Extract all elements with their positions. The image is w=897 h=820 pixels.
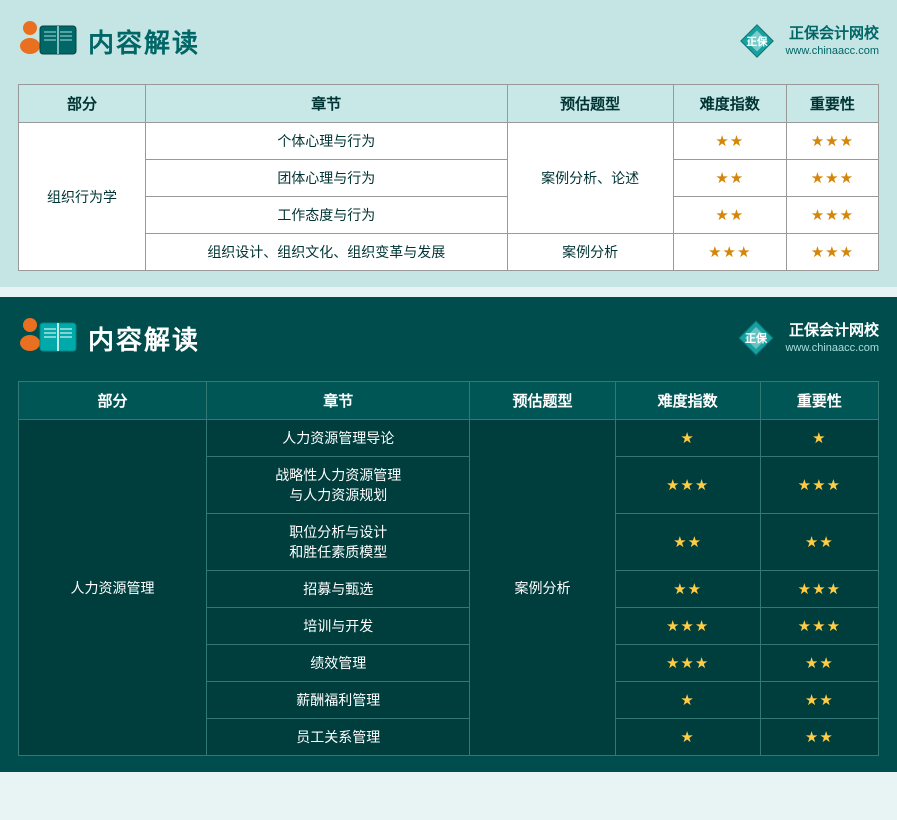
chapter-cell: 职位分析与设计和胜任素质模型 [207, 514, 470, 571]
col-header-chapter: 章节 [146, 85, 508, 123]
col-header-part: 部分 [19, 85, 146, 123]
difficulty-cell: ★★ [673, 197, 786, 234]
section-2: 内容解读 正保 正保会计网校 www.chinaacc.com 部分 章节 预估… [0, 297, 897, 772]
chapter-cell: 培训与开发 [207, 608, 470, 645]
header-icon-2 [18, 315, 78, 361]
table-row: 工作态度与行为 ★★ ★★★ [19, 197, 879, 234]
svg-text:正保: 正保 [745, 331, 768, 345]
chapter-cell: 战略性人力资源管理与人力资源规划 [207, 457, 470, 514]
difficulty-cell: ★★★ [673, 234, 786, 271]
importance-cell: ★★★ [760, 571, 878, 608]
col-header-type-2: 预估题型 [470, 382, 615, 420]
col-header-importance-2: 重要性 [760, 382, 878, 420]
header-left: 内容解读 [18, 18, 200, 64]
chapter-cell: 人力资源管理导论 [207, 420, 470, 457]
col-header-importance: 重要性 [786, 85, 878, 123]
difficulty-cell: ★ [615, 719, 760, 756]
chapter-cell: 团体心理与行为 [146, 160, 508, 197]
col-header-difficulty-2: 难度指数 [615, 382, 760, 420]
chapter-cell: 个体心理与行为 [146, 123, 508, 160]
chapter-cell: 工作态度与行为 [146, 197, 508, 234]
header-left-2: 内容解读 [18, 315, 200, 361]
part-cell-2: 人力资源管理 [19, 420, 207, 756]
type-cell-2: 案例分析 [470, 420, 615, 756]
logo-text-1: 正保会计网校 www.chinaacc.com [785, 24, 879, 58]
chapter-cell: 员工关系管理 [207, 719, 470, 756]
section1-header: 内容解读 正保 正保会计网校 www.chinaacc.com [14, 12, 883, 70]
importance-cell: ★★ [760, 719, 878, 756]
difficulty-cell: ★ [615, 420, 760, 457]
section2-table-wrapper: 部分 章节 预估题型 难度指数 重要性 人力资源管理 人力资源管理导论 案例分析… [14, 381, 883, 756]
section1-title: 内容解读 [88, 23, 200, 60]
table-row: 组织设计、组织文化、组织变革与发展 案例分析 ★★★ ★★★ [19, 234, 879, 271]
col-header-type: 预估题型 [507, 85, 673, 123]
logo-icon-2: 正保 [735, 317, 777, 359]
importance-cell: ★★ [760, 514, 878, 571]
chapter-cell: 绩效管理 [207, 645, 470, 682]
brand-url-1: www.chinaacc.com [785, 44, 879, 58]
difficulty-cell: ★★ [615, 514, 760, 571]
difficulty-cell: ★★★ [615, 645, 760, 682]
table-row: 团体心理与行为 ★★ ★★★ [19, 160, 879, 197]
logo-icon-1: 正保 [737, 21, 777, 61]
col-header-chapter-2: 章节 [207, 382, 470, 420]
difficulty-cell: ★★ [615, 571, 760, 608]
section1-table: 部分 章节 预估题型 难度指数 重要性 组织行为学 个体心理与行为 案例分析、论… [18, 84, 879, 271]
importance-cell: ★★★ [786, 123, 878, 160]
difficulty-cell: ★ [615, 682, 760, 719]
importance-cell: ★★★ [786, 197, 878, 234]
importance-cell: ★★★ [786, 160, 878, 197]
part-cell: 组织行为学 [19, 123, 146, 271]
difficulty-cell: ★★★ [615, 608, 760, 645]
brand-name-1: 正保会计网校 [785, 24, 879, 44]
type-cell: 案例分析、论述 [507, 123, 673, 234]
section1-table-wrapper: 部分 章节 预估题型 难度指数 重要性 组织行为学 个体心理与行为 案例分析、论… [14, 84, 883, 271]
brand-name-2: 正保会计网校 [785, 321, 879, 341]
section2-table: 部分 章节 预估题型 难度指数 重要性 人力资源管理 人力资源管理导论 案例分析… [18, 381, 879, 756]
importance-cell: ★★★ [760, 457, 878, 514]
difficulty-cell: ★★ [673, 160, 786, 197]
col-header-part-2: 部分 [19, 382, 207, 420]
importance-cell: ★★★ [786, 234, 878, 271]
table-row: 组织行为学 个体心理与行为 案例分析、论述 ★★ ★★★ [19, 123, 879, 160]
svg-text:正保: 正保 [747, 35, 768, 48]
difficulty-cell: ★★ [673, 123, 786, 160]
section-1: 内容解读 正保 正保会计网校 www.chinaacc.com 部分 章节 预估… [0, 0, 897, 287]
type-cell: 案例分析 [507, 234, 673, 271]
brand-url-2: www.chinaacc.com [785, 341, 879, 355]
table-row: 人力资源管理 人力资源管理导论 案例分析 ★ ★ [19, 420, 879, 457]
chapter-cell: 组织设计、组织文化、组织变革与发展 [146, 234, 508, 271]
logo-area-1: 正保 正保会计网校 www.chinaacc.com [737, 21, 879, 61]
importance-cell: ★ [760, 420, 878, 457]
header-icon [18, 18, 78, 64]
logo-area-2: 正保 正保会计网校 www.chinaacc.com [735, 317, 879, 359]
difficulty-cell: ★★★ [615, 457, 760, 514]
logo-text-2: 正保会计网校 www.chinaacc.com [785, 321, 879, 355]
section2-header: 内容解读 正保 正保会计网校 www.chinaacc.com [14, 309, 883, 367]
importance-cell: ★★★ [760, 608, 878, 645]
chapter-cell: 招募与甄选 [207, 571, 470, 608]
section2-title: 内容解读 [88, 320, 200, 357]
col-header-difficulty: 难度指数 [673, 85, 786, 123]
importance-cell: ★★ [760, 645, 878, 682]
importance-cell: ★★ [760, 682, 878, 719]
chapter-cell: 薪酬福利管理 [207, 682, 470, 719]
